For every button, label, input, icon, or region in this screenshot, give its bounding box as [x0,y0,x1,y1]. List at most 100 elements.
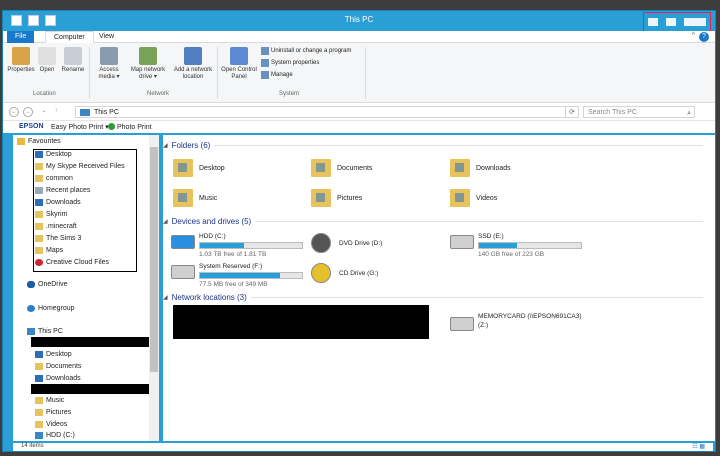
properties-icon [12,47,30,65]
status-bar: 14 items ☷ ▦ [13,443,713,451]
network-location-icon [184,47,202,65]
group-label-system: System [279,91,300,97]
window-title: This PC [344,15,374,24]
nav-pc-item[interactable]: Desktop [35,351,72,358]
ribbon-separator [89,47,90,99]
star-icon [17,138,25,145]
easy-photo-print-button[interactable]: Easy Photo Print ▾ [51,123,109,131]
nav-pc-item[interactable]: HDD (C:) [35,432,75,439]
close-button[interactable] [684,18,706,26]
folder-item[interactable]: Videos [450,189,497,207]
redacted-block [31,384,159,394]
dvd-drive-icon [311,233,331,253]
nav-fav-item[interactable]: common [35,175,73,182]
nav-pc-item[interactable]: Music [35,397,64,404]
folder-item[interactable]: Pictures [311,189,362,207]
map-network-drive-button[interactable]: Map network drive ▾ [127,47,169,81]
recent-places-icon [35,187,43,194]
section-divider [214,145,703,146]
nav-fav-item[interactable]: Maps [35,247,63,254]
nav-homegroup[interactable]: Homegroup [27,305,75,312]
nav-fav-item[interactable]: .minecraft [35,223,77,230]
collapse-arrow-icon: ◢ [163,219,168,225]
minimize-button[interactable] [648,18,658,26]
nav-scrollbar[interactable] [149,135,159,441]
drive-usage-bar [199,242,303,249]
redacted-block [173,305,429,339]
collapse-ribbon-icon[interactable]: ^ [692,32,695,39]
section-folders-header[interactable]: ◢ Folders (6) [163,141,703,150]
nav-pc-item[interactable]: Videos [35,421,67,428]
folder-item[interactable]: Documents [311,159,372,177]
nav-onedrive[interactable]: OneDrive [27,281,68,288]
documents-icon [35,363,43,370]
help-icon[interactable]: ? [699,32,709,42]
nav-fav-item[interactable]: Recent places [35,187,90,194]
window-controls [643,12,711,32]
manage-icon [261,71,269,79]
nav-fav-item[interactable]: Creative Cloud Files [35,259,109,266]
ribbon-separator [217,47,218,99]
nav-scrollbar-thumb[interactable] [150,147,158,372]
downloads-icon [35,199,43,206]
add-network-location-button[interactable]: Add a network location [171,47,215,81]
section-network-header[interactable]: ◢ Network locations (3) [163,293,703,302]
network-drive-disconnected-icon [450,317,474,331]
folder-icon [311,189,331,207]
tab-view[interactable]: View [91,31,122,43]
rename-button[interactable]: Rename [59,47,87,74]
drive-usage-fill [200,243,244,248]
nav-fav-item[interactable]: The Sims 3 [35,235,81,242]
nav-pc-item[interactable]: Documents [35,363,81,370]
tab-computer[interactable]: Computer [45,31,94,43]
epson-logo: EPSON [19,123,44,130]
open-control-panel-button[interactable]: Open Control Panel [219,47,259,81]
view-toggle-icons[interactable]: ☷ ▦ [692,443,705,450]
maximize-button[interactable] [666,18,676,26]
properties-button[interactable]: Properties [7,47,35,74]
up-button[interactable]: ↑ [51,107,61,117]
folder-icon [35,223,43,230]
tab-file[interactable]: File [7,31,35,43]
nav-fav-item[interactable]: Downloads [35,199,81,206]
folder-icon [35,235,43,242]
address-path: This PC [94,109,119,116]
recent-locations-icon[interactable]: ⌄ [39,107,49,117]
folder-item[interactable]: Downloads [450,159,511,177]
cd-drive-icon [311,263,331,283]
address-bar-row: ← → ⌄ ↑ This PC ⟳ Search This PC ⌕ [3,103,715,121]
nav-pc-item[interactable]: Downloads [35,375,81,382]
desktop-background: This PC File Computer View ^ ? Propertie… [0,0,720,456]
ribbon-tabs: File Computer View ^ ? [3,31,715,43]
access-media-button[interactable]: Access media ▾ [93,47,125,81]
cloud-icon [27,281,35,288]
folder-item[interactable]: Music [173,189,217,207]
section-drives-header[interactable]: ◢ Devices and drives (5) [163,217,703,226]
ribbon: Properties Open Rename Location Access m… [3,43,715,103]
drive-usage-fill [479,243,517,248]
forward-button[interactable]: → [23,107,33,117]
nav-this-pc[interactable]: This PC [27,328,63,335]
folder-icon [311,159,331,177]
desktop-icon [35,351,43,358]
photo-print-icon [108,123,115,130]
uninstall-program-link[interactable]: Uninstall or change a program [261,47,351,55]
open-button[interactable]: Open [37,47,57,74]
item-count: 14 items [21,443,44,449]
nav-fav-item[interactable]: Skyrim [35,211,67,218]
photo-print-button[interactable]: Photo Print [108,123,152,131]
nav-fav-item[interactable]: Desktop [35,151,72,158]
back-button[interactable]: ← [9,107,19,117]
group-label-location: Location [33,91,56,97]
desktop-icon [35,151,43,158]
nav-favourites[interactable]: Favourites [17,138,61,145]
redacted-block [31,337,159,347]
folder-item[interactable]: Desktop [173,159,225,177]
address-bar[interactable]: This PC [75,106,579,118]
search-input[interactable]: Search This PC ⌕ [583,106,695,118]
nav-pc-item[interactable]: Pictures [35,409,71,416]
system-properties-link[interactable]: System properties [261,59,319,67]
refresh-button[interactable]: ⟳ [565,106,579,118]
nav-fav-item[interactable]: My Skype Received Files [35,163,125,170]
manage-link[interactable]: Manage [261,71,293,79]
